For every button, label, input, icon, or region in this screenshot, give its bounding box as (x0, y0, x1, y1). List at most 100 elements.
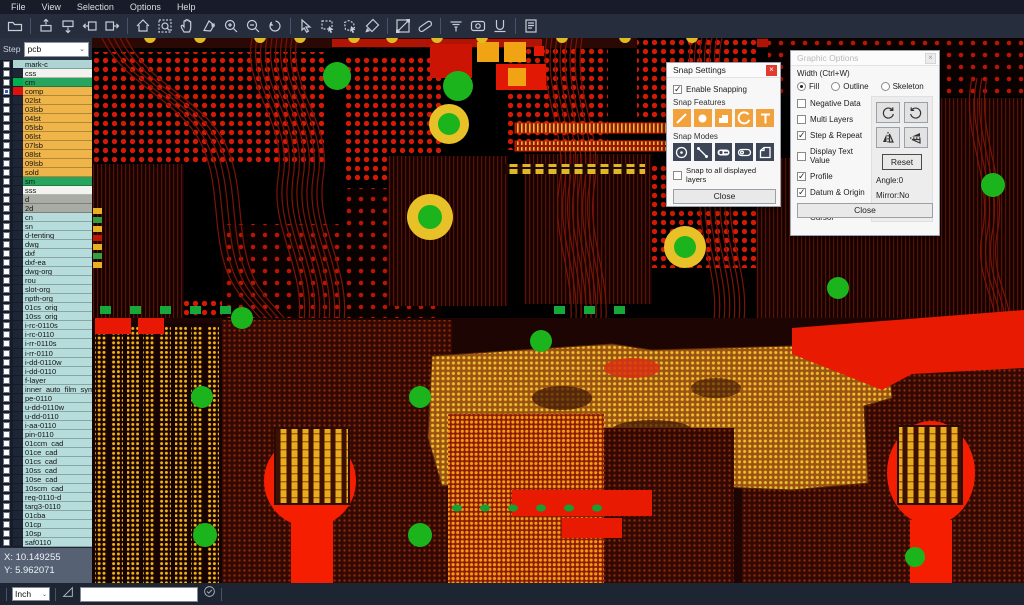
layer-visibility-checkbox[interactable] (0, 349, 13, 358)
layer-color-swatch[interactable] (13, 403, 23, 412)
layer-row-dxf[interactable]: dxf (0, 249, 92, 258)
layer-color-swatch[interactable] (13, 493, 23, 502)
command-input[interactable] (80, 587, 198, 602)
mode-center-button[interactable] (673, 143, 691, 161)
layer-visibility-checkbox[interactable] (0, 529, 13, 538)
checkbox-box[interactable] (3, 512, 10, 519)
layer-visibility-checkbox[interactable] (0, 87, 13, 96)
layer-visibility-checkbox[interactable] (0, 511, 13, 520)
layer-name-label[interactable]: dxf-ea (23, 258, 92, 267)
layer-visibility-checkbox[interactable] (0, 493, 13, 502)
layer-row-cn[interactable]: cn (0, 213, 92, 222)
checkbox-box[interactable] (673, 171, 682, 180)
checkbox-box[interactable] (797, 152, 806, 161)
notes-icon[interactable] (520, 16, 542, 36)
layer-visibility-checkbox[interactable] (0, 186, 13, 195)
layer-name-label[interactable]: sn (23, 222, 92, 231)
layer-row-09lsb[interactable]: 09lsb (0, 159, 92, 168)
checkbox-box[interactable] (3, 440, 10, 447)
layer-visibility-checkbox[interactable] (0, 385, 13, 394)
checkbox-box[interactable] (3, 322, 10, 329)
layer-color-swatch[interactable] (13, 114, 23, 123)
layer-row-cm[interactable]: cm (0, 78, 92, 87)
layer-row-i-rr-0110[interactable]: i-rr-0110 (0, 349, 92, 358)
layer-visibility-checkbox[interactable] (0, 177, 13, 186)
layer-color-swatch[interactable] (13, 466, 23, 475)
layer-color-swatch[interactable] (13, 204, 23, 213)
layer-color-swatch[interactable] (13, 69, 23, 78)
layer-color-swatch[interactable] (13, 484, 23, 493)
snap-line-button[interactable] (673, 109, 691, 127)
layer-name-label[interactable]: 10sp (23, 529, 92, 538)
layer-visibility-checkbox[interactable] (0, 312, 13, 321)
layer-name-label[interactable]: 10scm_cad (23, 484, 92, 493)
layer-row-d-tenting[interactable]: d-tenting (0, 231, 92, 240)
layer-name-label[interactable]: i-dd-0110 (23, 367, 92, 376)
mirror-horizontal-button[interactable] (876, 127, 900, 148)
option-checkbox-display-text-value[interactable]: Display Text Value (797, 147, 869, 165)
layer-visibility-checkbox[interactable] (0, 141, 13, 150)
menu-item-selection[interactable]: Selection (70, 1, 121, 13)
layer-color-swatch[interactable] (13, 276, 23, 285)
layer-name-label[interactable]: 10ss_orig (23, 312, 92, 321)
layer-row-01cp[interactable]: 01cp (0, 520, 92, 529)
layer-color-swatch[interactable] (13, 249, 23, 258)
layer-color-swatch[interactable] (13, 141, 23, 150)
layer-visibility-checkbox[interactable] (0, 448, 13, 457)
import-down-icon[interactable] (57, 16, 79, 36)
layer-color-swatch[interactable] (13, 330, 23, 339)
layer-name-label[interactable]: inner_auto_film_symb (23, 385, 92, 394)
layer-name-label[interactable]: pin-0110 (23, 430, 92, 439)
layer-visibility-checkbox[interactable] (0, 439, 13, 448)
layer-row-05lsb[interactable]: 05lsb (0, 123, 92, 132)
option-checkbox-multi-layers[interactable]: Multi Layers (797, 115, 869, 124)
layer-color-swatch[interactable] (13, 339, 23, 348)
checkbox-box[interactable] (3, 169, 10, 176)
layer-color-swatch[interactable] (13, 87, 23, 96)
layer-name-label[interactable]: 01cp (23, 520, 92, 529)
layer-visibility-checkbox[interactable] (0, 195, 13, 204)
layer-name-label[interactable]: f-layer (23, 376, 92, 385)
checkbox-box[interactable] (3, 530, 10, 537)
radio-dot[interactable] (797, 82, 806, 91)
snap-pad-button[interactable] (694, 109, 712, 127)
checkbox-box[interactable] (3, 413, 10, 420)
checkbox-box[interactable] (3, 494, 10, 501)
layer-color-swatch[interactable] (13, 294, 23, 303)
layer-visibility-checkbox[interactable] (0, 168, 13, 177)
brush-icon[interactable] (361, 16, 383, 36)
layer-color-swatch[interactable] (13, 105, 23, 114)
graphic-close-button[interactable]: Close (797, 203, 933, 218)
checkbox-box[interactable] (3, 241, 10, 248)
layer-name-label[interactable]: cn (23, 213, 92, 222)
layer-color-swatch[interactable] (13, 231, 23, 240)
layer-row-pe-0110[interactable]: pe-0110 (0, 394, 92, 403)
layer-name-label[interactable]: sss (23, 186, 92, 195)
layer-name-label[interactable]: 06lst (23, 132, 92, 141)
layer-row-sss[interactable]: sss (0, 186, 92, 195)
mirror-vertical-button[interactable] (904, 127, 928, 148)
layer-visibility-checkbox[interactable] (0, 457, 13, 466)
checkbox-box[interactable] (3, 458, 10, 465)
layer-name-label[interactable]: targ3-0110 (23, 502, 92, 511)
layer-row-sm[interactable]: sm (0, 177, 92, 186)
checkbox-box[interactable] (797, 172, 806, 181)
layer-row-03lsb[interactable]: 03lsb (0, 105, 92, 114)
option-checkbox-step-repeat[interactable]: Step & Repeat (797, 131, 869, 140)
checkbox-box[interactable] (3, 377, 10, 384)
checkbox-box[interactable] (3, 404, 10, 411)
checkbox-box[interactable] (3, 124, 10, 131)
layer-color-swatch[interactable] (13, 448, 23, 457)
layer-visibility-checkbox[interactable] (0, 430, 13, 439)
layer-row-01cba[interactable]: 01cba (0, 511, 92, 520)
layer-visibility-checkbox[interactable] (0, 285, 13, 294)
layer-color-swatch[interactable] (13, 123, 23, 132)
layer-color-swatch[interactable] (13, 240, 23, 249)
layer-color-swatch[interactable] (13, 186, 23, 195)
layer-color-swatch[interactable] (13, 430, 23, 439)
layer-color-swatch[interactable] (13, 439, 23, 448)
layer-name-label[interactable]: u-dd-0110 (23, 412, 92, 421)
layer-color-swatch[interactable] (13, 358, 23, 367)
layer-name-label[interactable]: i-rr-0110 (23, 349, 92, 358)
layer-name-label[interactable]: sold (23, 168, 92, 177)
